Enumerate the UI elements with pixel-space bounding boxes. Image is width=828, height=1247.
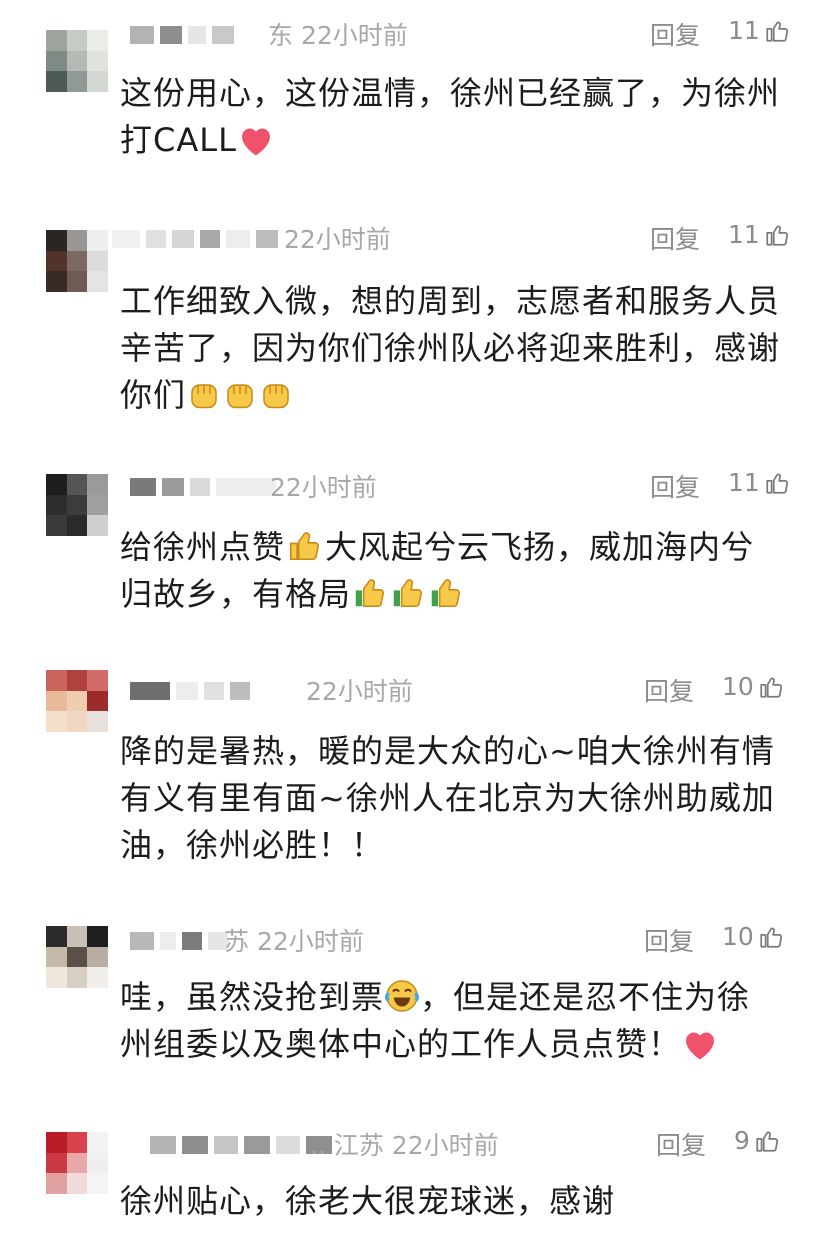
like-count: 10 bbox=[722, 672, 754, 701]
comment-text: 徐州贴心，徐老大很宠球迷，感谢 bbox=[120, 1182, 616, 1220]
comment-text: 给徐州点赞 大风起兮云飞扬，威加海内兮归故乡，有格局 bbox=[120, 528, 755, 613]
thumbs-up-icon bbox=[760, 927, 782, 948]
reply-button[interactable]: 回复 bbox=[650, 468, 700, 504]
thumbs-up-emoji-icon bbox=[393, 579, 422, 608]
username-blurred[interactable] bbox=[130, 680, 250, 702]
heart-icon bbox=[241, 128, 270, 156]
thumbs-up-icon bbox=[766, 473, 788, 494]
location-time: 22小时前 bbox=[284, 225, 391, 254]
comment-text: 工作细致入微，想的周到，志愿者和服务人员辛苦了，因为你们徐州队必将迎来胜利，感谢… bbox=[120, 282, 781, 414]
thumbs-up-emoji-icon bbox=[355, 579, 384, 608]
heart-icon bbox=[686, 1032, 714, 1060]
like-button[interactable]: 10 bbox=[722, 922, 784, 951]
location-time: 22小时前 bbox=[306, 677, 413, 706]
location-time: 22小时前 bbox=[270, 473, 377, 502]
reply-button[interactable]: 回复 bbox=[650, 16, 700, 52]
like-count: 11 bbox=[728, 468, 760, 497]
avatar[interactable] bbox=[46, 474, 108, 536]
like-count: 9 bbox=[734, 1126, 750, 1155]
username-blurred[interactable] bbox=[112, 228, 278, 250]
reply-button[interactable]: 回复 bbox=[650, 220, 700, 256]
like-button[interactable]: 10 bbox=[722, 672, 784, 701]
raised-fist-icon bbox=[263, 384, 289, 409]
raised-fist-icon bbox=[227, 384, 253, 409]
avatar[interactable] bbox=[46, 30, 108, 92]
reply-button[interactable]: 回复 bbox=[656, 1126, 706, 1162]
thumbs-up-icon bbox=[766, 21, 788, 42]
thumbs-up-emoji-icon bbox=[431, 579, 460, 608]
comment-text: 这份用心，这份温情，徐州已经赢了，为徐州打CALL bbox=[120, 74, 781, 159]
like-count: 11 bbox=[728, 220, 760, 249]
reply-button[interactable]: 回复 bbox=[644, 672, 694, 708]
like-count: 11 bbox=[728, 16, 760, 45]
avatar[interactable] bbox=[46, 230, 108, 292]
avatar[interactable] bbox=[46, 1132, 108, 1194]
comment-text: 降的是暑热，暖的是大众的心~咱大徐州有情有义有里有面~徐州人在北京为大徐州助威加… bbox=[120, 732, 775, 864]
location-time: .. 江苏 22小时前 bbox=[310, 1131, 499, 1160]
location-time: 苏 22小时前 bbox=[224, 927, 364, 956]
ellipsis: .. bbox=[310, 1131, 334, 1160]
thumbs-up-icon bbox=[766, 225, 788, 246]
avatar[interactable] bbox=[46, 926, 108, 988]
location-time: 东 22小时前 bbox=[268, 21, 408, 50]
like-button[interactable]: 9 bbox=[734, 1126, 780, 1155]
username-blurred[interactable] bbox=[150, 1134, 332, 1156]
laugh-cry-icon bbox=[385, 980, 419, 1012]
raised-fist-icon bbox=[191, 384, 217, 409]
like-button[interactable]: 11 bbox=[728, 220, 790, 249]
like-button[interactable]: 11 bbox=[728, 468, 790, 497]
thumbs-up-icon bbox=[760, 677, 782, 698]
like-button[interactable]: 11 bbox=[728, 16, 790, 45]
username-blurred[interactable] bbox=[130, 476, 276, 498]
username-blurred[interactable] bbox=[130, 24, 234, 46]
comment-text: 哇，虽然没抢到票 ，但是还是忍不住为徐州组委以及奥体中心的工作人员点赞！ bbox=[120, 978, 751, 1063]
thumbs-up-icon bbox=[756, 1131, 778, 1152]
thumbs-up-emoji-icon bbox=[289, 532, 319, 561]
username-blurred[interactable] bbox=[130, 930, 228, 952]
reply-button[interactable]: 回复 bbox=[644, 922, 694, 958]
like-count: 10 bbox=[722, 922, 754, 951]
avatar[interactable] bbox=[46, 670, 108, 732]
